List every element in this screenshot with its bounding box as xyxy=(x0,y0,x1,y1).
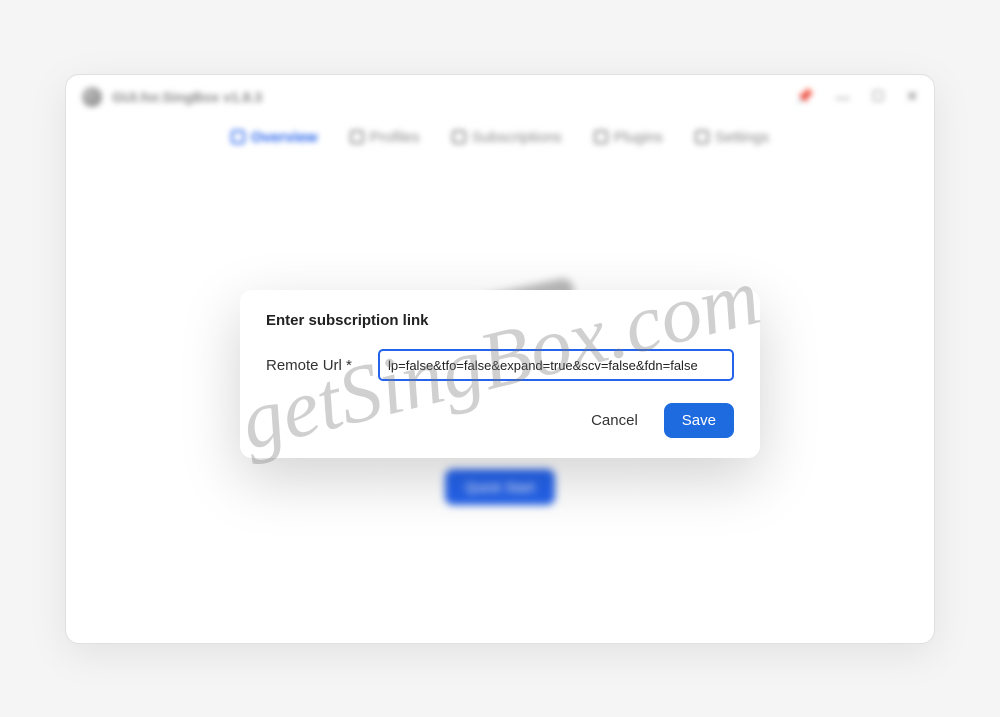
get-started-button[interactable]: Quick Start xyxy=(445,469,554,505)
tab-profiles-label: Profiles xyxy=(370,129,420,146)
form-row: Remote Url * xyxy=(266,349,734,381)
dialog-actions: Cancel Save xyxy=(266,403,734,438)
maximize-button[interactable]: ☐ xyxy=(872,88,885,105)
subscription-link-dialog: Enter subscription link Remote Url * Can… xyxy=(240,290,760,458)
tab-profiles[interactable]: Profiles xyxy=(350,129,420,146)
plugins-icon xyxy=(594,130,608,144)
tab-overview[interactable]: Overview xyxy=(231,129,318,146)
pin-icon[interactable]: 📌 xyxy=(796,88,813,105)
subscriptions-icon xyxy=(452,130,466,144)
app-icon xyxy=(82,87,102,107)
tab-overview-label: Overview xyxy=(251,129,318,146)
tab-subscriptions-label: Subscriptions xyxy=(472,129,562,146)
cancel-button[interactable]: Cancel xyxy=(579,404,650,437)
tab-settings[interactable]: Settings xyxy=(695,129,769,146)
minimize-button[interactable]: — xyxy=(836,89,850,105)
settings-icon xyxy=(695,130,709,144)
window-controls: 📌 — ☐ ✕ xyxy=(796,88,918,105)
tab-plugins[interactable]: Plugins xyxy=(594,129,663,146)
tab-plugins-label: Plugins xyxy=(614,129,663,146)
remote-url-input[interactable] xyxy=(378,349,734,381)
dialog-title: Enter subscription link xyxy=(266,312,734,329)
remote-url-label: Remote Url * xyxy=(266,357,364,374)
window-title: GUI.for.SingBox v1.8.3 xyxy=(112,89,796,105)
close-button[interactable]: ✕ xyxy=(906,88,918,105)
save-button[interactable]: Save xyxy=(664,403,734,438)
overview-icon xyxy=(231,130,245,144)
profiles-icon xyxy=(350,130,364,144)
titlebar: GUI.for.SingBox v1.8.3 📌 — ☐ ✕ xyxy=(66,75,934,119)
tab-settings-label: Settings xyxy=(715,129,769,146)
tab-subscriptions[interactable]: Subscriptions xyxy=(452,129,562,146)
